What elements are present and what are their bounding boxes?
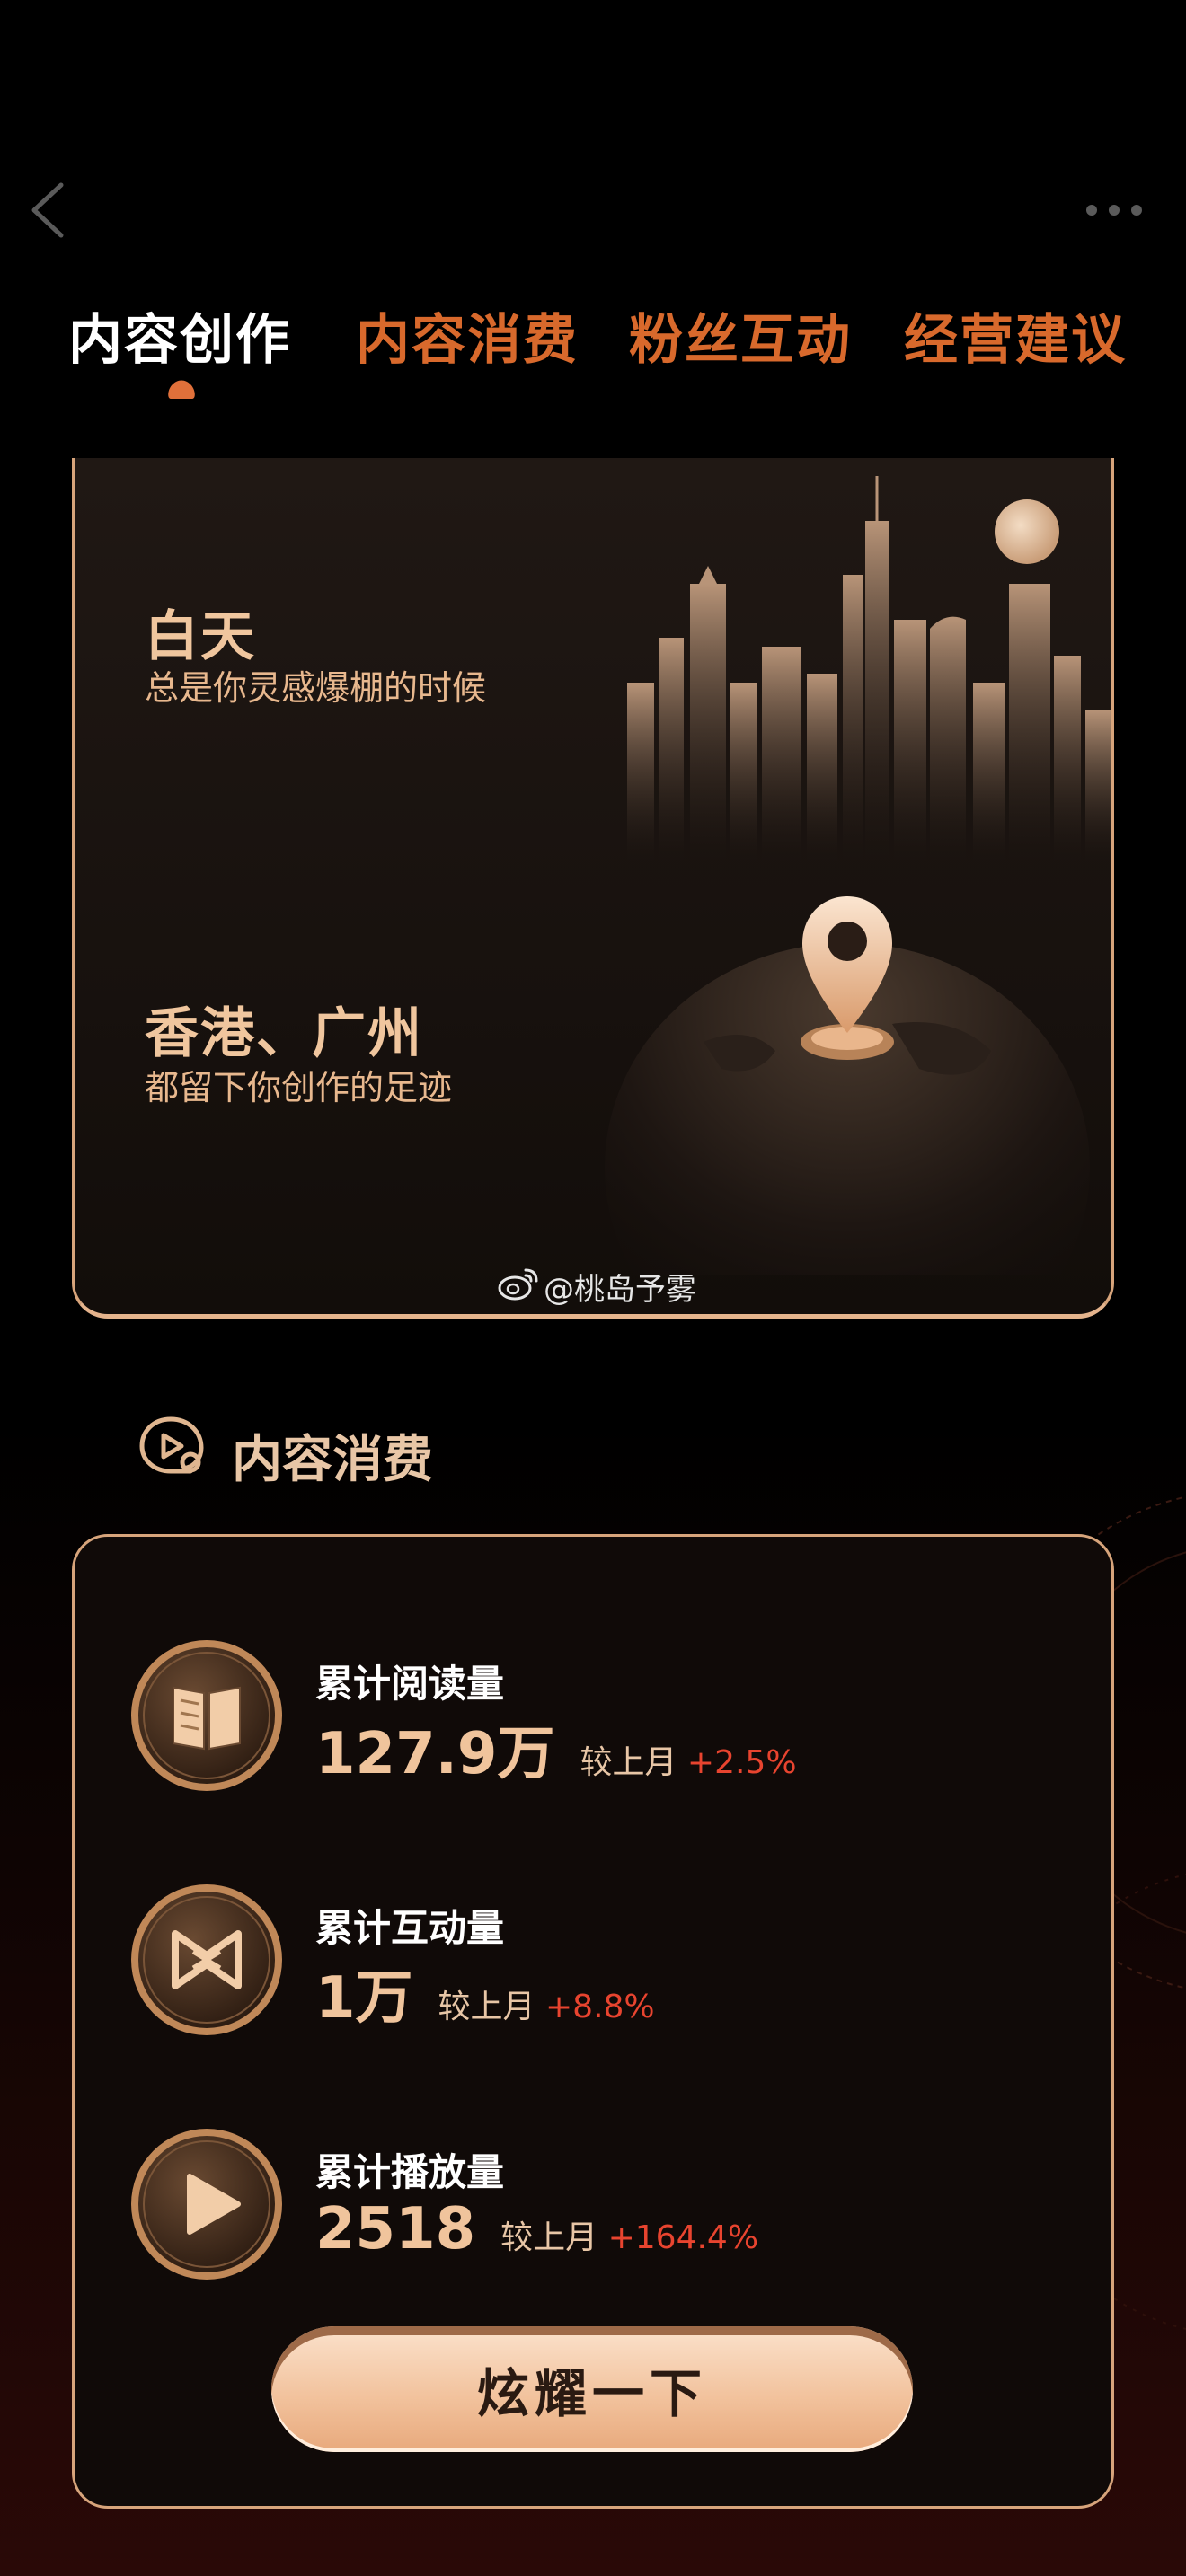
compare-label: 较上月 <box>500 2219 598 2256</box>
section-title-content-consumption: 内容消费 <box>232 1431 433 1489</box>
stat-label-plays: 累计播放量 <box>315 2150 505 2194</box>
globe-location-illustration <box>605 896 1090 1275</box>
compare-label: 较上月 <box>438 1989 535 2025</box>
location-title: 香港、广州 <box>145 1002 423 1065</box>
stat-change-plays: +164.4% <box>607 2219 759 2256</box>
stat-change-interactions: +8.8% <box>545 1989 655 2025</box>
play-bubble-icon <box>139 1416 204 1474</box>
stat-row-interactions: 1万 较上月 +8.8% <box>315 1952 655 2034</box>
location-subtitle: 都留下你创作的足迹 <box>145 1068 453 1107</box>
more-horizontal-icon[interactable] <box>1083 199 1146 221</box>
stat-label-reads: 累计阅读量 <box>315 1662 505 1706</box>
book-icon <box>131 1640 282 1791</box>
tab-fan-interaction[interactable]: 粉丝互动 <box>629 296 852 375</box>
stat-value-interactions: 1万 <box>315 1965 413 2032</box>
stat-compare-plays: 较上月 +164.4% <box>500 2211 758 2258</box>
stat-row-plays: 2518 较上月 +164.4% <box>315 2196 758 2263</box>
daytime-title: 白天 <box>145 605 256 668</box>
interaction-icon <box>131 1884 282 2035</box>
content-creation-card: 白天 总是你灵感爆棚的时候 香港、广州 都留下你创作的足迹 @桃岛予雾 <box>72 458 1114 1319</box>
stat-value-plays: 2518 <box>315 2196 476 2263</box>
city-skyline-illustration <box>627 476 1111 862</box>
weibo-icon <box>498 1268 538 1301</box>
stat-compare-interactions: 较上月 +8.8% <box>438 1981 655 2027</box>
tab-content-creation[interactable]: 内容创作 <box>68 296 291 375</box>
play-icon <box>131 2129 282 2280</box>
chevron-left-icon[interactable] <box>27 180 70 241</box>
watermark-text: @桃岛予雾 <box>544 1272 696 1308</box>
stat-value-reads: 127.9万 <box>315 1721 555 1787</box>
active-tab-indicator <box>168 380 195 399</box>
tab-content-consumption[interactable]: 内容消费 <box>356 296 579 375</box>
stat-compare-reads: 较上月 +2.5% <box>580 1736 796 1783</box>
stat-change-reads: +2.5% <box>686 1744 797 1781</box>
tab-business-advice[interactable]: 经营建议 <box>904 296 1127 375</box>
stat-label-interactions: 累计互动量 <box>315 1906 505 1950</box>
daytime-subtitle: 总是你灵感爆棚的时候 <box>145 668 487 708</box>
stat-row-reads: 127.9万 较上月 +2.5% <box>315 1707 797 1790</box>
show-off-button[interactable]: 炫耀一下 <box>271 2326 913 2452</box>
compare-label: 较上月 <box>580 1744 677 1781</box>
